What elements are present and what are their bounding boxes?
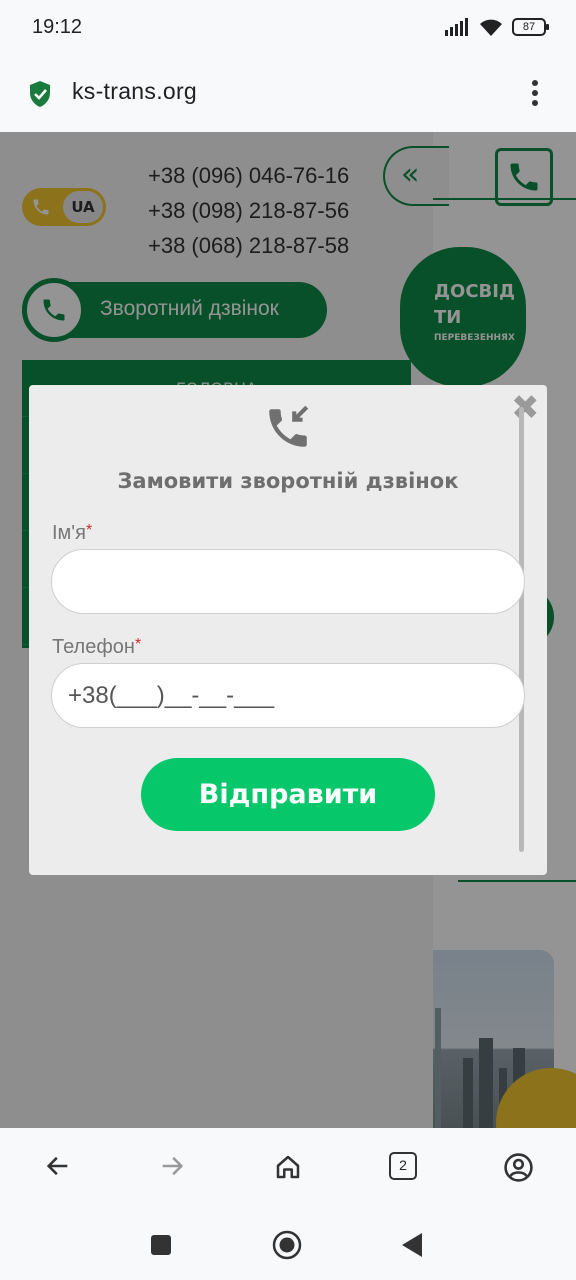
modal-title: Замовити зворотній дзвінок [117,469,459,493]
required-mark: * [85,522,93,539]
status-icons: 87 [444,17,549,37]
system-nav-bar [0,1210,576,1280]
name-input[interactable] [51,549,525,614]
tab-switcher-button[interactable]: 2 [389,1152,417,1180]
phone-label-text: Телефон [52,636,135,658]
callback-modal: ✖ Замовити зворотній дзвінок Ім'я* Телеф… [29,385,547,875]
back-triangle-icon[interactable] [400,1232,424,1258]
signal-icon [445,18,468,36]
close-icon[interactable]: ✖ [511,391,540,425]
url-bar: ks-trans.org [0,58,576,132]
recents-icon[interactable] [150,1234,172,1256]
submit-button[interactable]: Відправити [141,758,435,831]
name-label-text: Ім'я [52,522,86,544]
incoming-call-icon [269,405,309,447]
required-mark: * [134,636,142,653]
battery-icon: 87 [512,18,549,36]
url-text[interactable]: ks-trans.org [72,78,197,105]
forward-arrow-icon[interactable] [158,1152,186,1180]
status-bar: 19:12 87 [0,0,576,58]
screen: 19:12 87 ks-trans.org +38 (096) 046-76-1… [0,0,576,1280]
status-time: 19:12 [32,16,83,38]
back-arrow-icon[interactable] [44,1152,72,1180]
more-vert-icon[interactable] [522,78,548,108]
home-icon[interactable] [273,1152,303,1182]
name-label: Ім'я* [52,522,92,545]
phone-input[interactable] [51,663,525,728]
secure-shield-icon [30,81,50,107]
browser-toolbar: 2 [0,1128,576,1210]
account-icon[interactable] [503,1152,534,1183]
home-circle-icon[interactable] [272,1230,302,1260]
wifi-icon [480,19,502,36]
phone-label: Телефон* [52,636,141,659]
